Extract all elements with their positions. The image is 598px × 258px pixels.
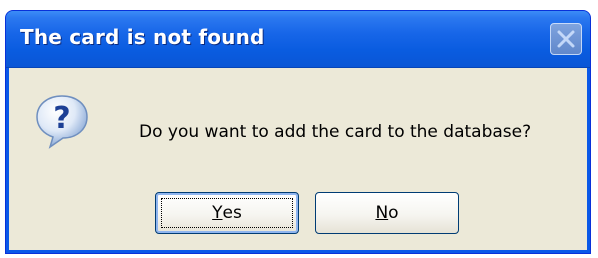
question-icon: ?	[36, 95, 88, 149]
dialog-body: ? Do you want to add the card to the dat…	[9, 68, 587, 250]
svg-text:?: ?	[53, 101, 70, 136]
dialog-message: Do you want to add the card to the datab…	[139, 122, 532, 142]
title-bar[interactable]: The card is not found	[6, 11, 590, 68]
no-button[interactable]: No	[315, 192, 459, 234]
dialog-title: The card is not found	[20, 25, 265, 49]
no-button-label: o	[388, 203, 399, 223]
yes-button-mnemonic: Y	[212, 203, 223, 223]
close-icon	[557, 30, 575, 48]
no-button-mnemonic: N	[375, 203, 389, 223]
dialog-window: The card is not found ? Do you want to a…	[5, 10, 591, 254]
close-button[interactable]	[550, 23, 582, 55]
yes-button[interactable]: Yes	[155, 192, 299, 234]
yes-button-label: es	[222, 203, 242, 223]
